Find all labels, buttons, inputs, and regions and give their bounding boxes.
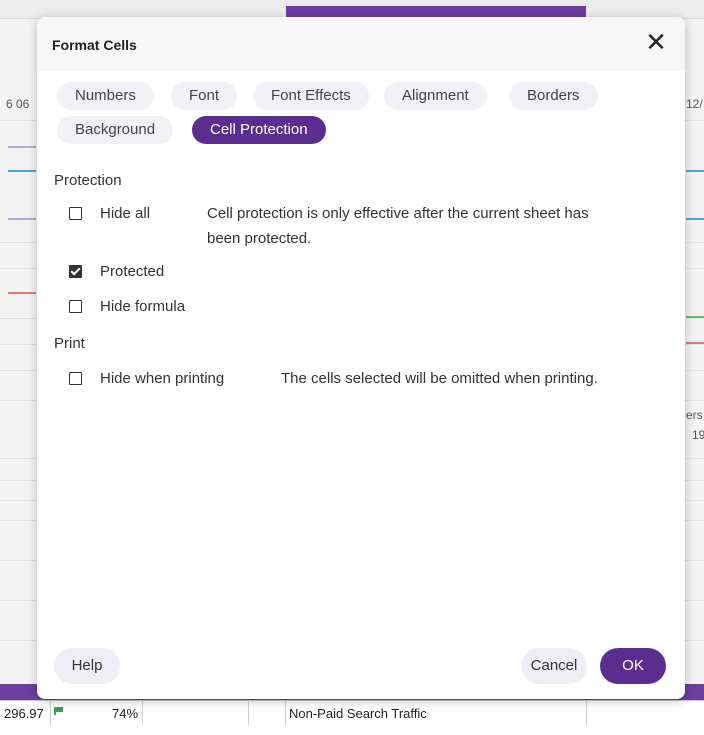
print-note: The cells selected will be omitted when … <box>281 370 598 387</box>
edge-label: 12/ <box>686 97 703 111</box>
hide-formula-checkbox[interactable] <box>69 300 82 313</box>
hide-when-printing-checkbox[interactable] <box>69 372 82 385</box>
protection-note-line: Cell protection is only effective after … <box>207 205 589 222</box>
print-heading: Print <box>54 335 85 352</box>
protected-option[interactable]: Protected <box>69 263 219 283</box>
tab-numbers[interactable]: Numbers <box>57 82 154 110</box>
edge-label: 6 06 <box>6 97 30 111</box>
tab-font-effects[interactable]: Font Effects <box>253 82 369 110</box>
hide-all-checkbox[interactable] <box>69 207 82 220</box>
edge-label: 19 <box>692 428 704 442</box>
tab-alignment[interactable]: Alignment <box>384 82 487 110</box>
dialog-header: Format Cells ✕ <box>37 17 685 71</box>
close-icon[interactable]: ✕ <box>644 29 668 55</box>
format-cells-dialog: Format Cells ✕ Numbers Font Font Effects… <box>37 17 685 699</box>
hide-formula-option[interactable]: Hide formula <box>69 298 239 318</box>
hide-all-option[interactable]: Hide all <box>69 205 209 225</box>
protected-checkbox[interactable] <box>69 265 82 278</box>
protected-label: Protected <box>100 263 165 280</box>
edge-label: ers <box>686 408 703 422</box>
sparkline <box>686 342 704 344</box>
tab-cell-protection[interactable]: Cell Protection <box>192 116 326 144</box>
sparkline <box>8 292 36 294</box>
percent-cell: 74% <box>112 706 139 721</box>
hide-when-printing-option[interactable]: Hide when printing <box>69 370 249 390</box>
tab-background[interactable]: Background <box>57 116 174 144</box>
flag-icon <box>54 707 64 715</box>
help-button[interactable]: Help <box>54 648 120 684</box>
cancel-button[interactable]: Cancel <box>521 648 587 684</box>
tab-font[interactable]: Font <box>171 82 238 110</box>
tab-borders[interactable]: Borders <box>509 82 598 110</box>
footer-band <box>0 725 704 735</box>
sparkline <box>8 146 36 148</box>
ok-button[interactable]: OK <box>600 648 666 684</box>
sparkline <box>8 218 36 220</box>
protection-note: Cell protection is only effective after … <box>207 201 657 251</box>
hide-when-printing-label: Hide when printing <box>100 370 225 387</box>
protection-note-line: been protected. <box>207 230 312 247</box>
hide-formula-label: Hide formula <box>100 298 186 315</box>
sparkline <box>686 316 704 318</box>
sparkline <box>686 170 704 172</box>
sparkline <box>686 218 704 220</box>
revenue-cell: 296.97 <box>4 706 44 721</box>
table-row: 296.97 74% Non-Paid Search Traffic <box>0 700 704 726</box>
dialog-title: Format Cells <box>52 37 137 53</box>
hide-all-label: Hide all <box>100 205 151 222</box>
protection-heading: Protection <box>54 172 122 189</box>
sparkline <box>8 170 36 172</box>
traffic-source-cell: Non-Paid Search Traffic <box>289 706 427 721</box>
